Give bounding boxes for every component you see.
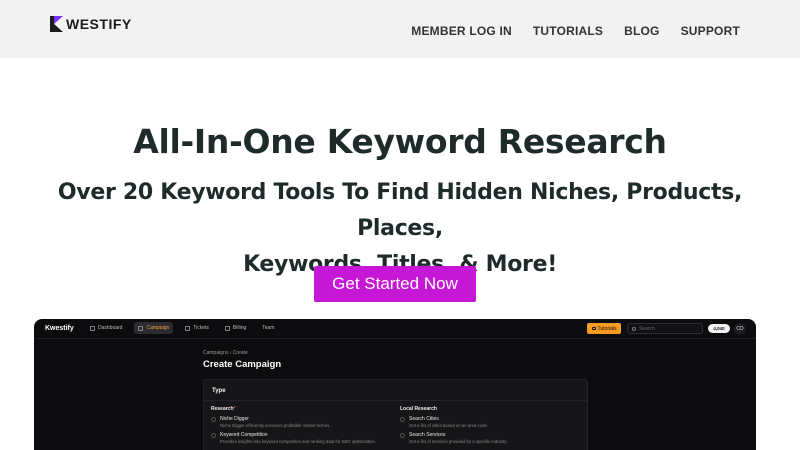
ticket-icon	[185, 325, 191, 331]
app-nav-label: Campaign	[146, 325, 170, 331]
option-description: Provides insights into keyword competiti…	[220, 439, 376, 444]
app-nav: Dashboard Campaign Tickets Billing Team	[86, 322, 279, 334]
app-nav-label: Billing	[232, 325, 247, 331]
option-title: Search Cities	[409, 416, 439, 422]
local-research-column: Local Research Search Cities Get a list …	[400, 406, 580, 448]
divider	[204, 400, 587, 401]
option-description: Niche Digger efficiently uncovers profit…	[220, 423, 331, 428]
site-header: WESTIFY MEMBER LOG IN TUTORIALS BLOG SUP…	[0, 0, 800, 58]
hero-subtitle-line-1: Over 20 Keyword Tools To Find Hidden Nic…	[57, 180, 743, 241]
app-nav-dashboard: Dashboard	[86, 322, 126, 334]
option-title: Keyword Competition	[220, 432, 268, 438]
app-search-field: Search	[627, 323, 703, 334]
avatar: CD	[734, 323, 746, 335]
app-topbar: Kwestify Dashboard Campaign Tickets Bill…	[34, 319, 756, 339]
option-description: Get a list of cities based on an area co…	[409, 423, 489, 428]
app-logo: Kwestify	[45, 325, 74, 332]
app-preview-screenshot: Kwestify Dashboard Campaign Tickets Bill…	[34, 319, 756, 450]
breadcrumb: Campaigns › Create	[203, 350, 248, 356]
app-nav-billing: Billing	[221, 322, 250, 334]
brand-name: WESTIFY	[66, 16, 132, 32]
app-nav-tickets: Tickets	[181, 322, 213, 334]
radio-icon	[211, 433, 216, 438]
hero-title: All-In-One Keyword Research	[133, 122, 667, 161]
k-logo-icon	[50, 16, 64, 32]
main-nav: MEMBER LOG IN TUTORIALS BLOG SUPPORT	[411, 24, 740, 38]
nav-member-login[interactable]: MEMBER LOG IN	[411, 24, 512, 38]
radio-icon	[211, 417, 216, 422]
research-column: Research* Niche Digger Niche Digger effi…	[211, 406, 391, 448]
option-title: Niche Digger	[220, 416, 249, 422]
credits-badge: 4,040	[708, 324, 730, 333]
app-tutorials-button: Tutorials	[587, 323, 621, 334]
app-search-placeholder: Search	[639, 325, 655, 332]
app-tutorials-label: Tutorials	[597, 325, 617, 332]
app-nav-team: Team	[258, 322, 278, 334]
app-nav-label: Dashboard	[98, 325, 123, 331]
nav-tutorials[interactable]: TUTORIALS	[533, 24, 603, 38]
option-keyword-competition: Keyword Competition Provides insights in…	[211, 432, 391, 444]
research-heading: Research*	[211, 406, 236, 412]
option-title: Search Services	[409, 432, 446, 438]
page-title: Create Campaign	[203, 359, 282, 370]
search-icon	[632, 326, 636, 331]
local-research-heading: Local Research	[400, 406, 437, 412]
option-niche-digger: Niche Digger Niche Digger efficiently un…	[211, 416, 391, 428]
video-icon	[591, 327, 596, 330]
card-icon	[224, 325, 230, 331]
radio-icon	[400, 433, 405, 438]
option-search-cities: Search Cities Get a list of cities based…	[400, 416, 580, 428]
campaign-type-panel: Type Research* Niche Digger Niche Digger…	[203, 379, 588, 450]
option-description: Get a list of services provided by a spe…	[409, 439, 508, 444]
list-icon	[138, 325, 144, 331]
nav-blog[interactable]: BLOG	[624, 24, 659, 38]
radio-icon	[400, 417, 405, 422]
option-search-services: Search Services Get a list of services p…	[400, 432, 580, 444]
nav-support[interactable]: SUPPORT	[681, 24, 740, 38]
app-nav-campaign: Campaign	[134, 322, 174, 334]
kwestify-logo[interactable]: WESTIFY	[50, 15, 132, 33]
app-nav-label: Team	[262, 325, 275, 331]
home-icon	[90, 325, 95, 331]
get-started-button[interactable]: Get Started Now	[314, 266, 476, 302]
panel-title: Type	[212, 388, 226, 394]
app-nav-label: Tickets	[193, 325, 209, 331]
